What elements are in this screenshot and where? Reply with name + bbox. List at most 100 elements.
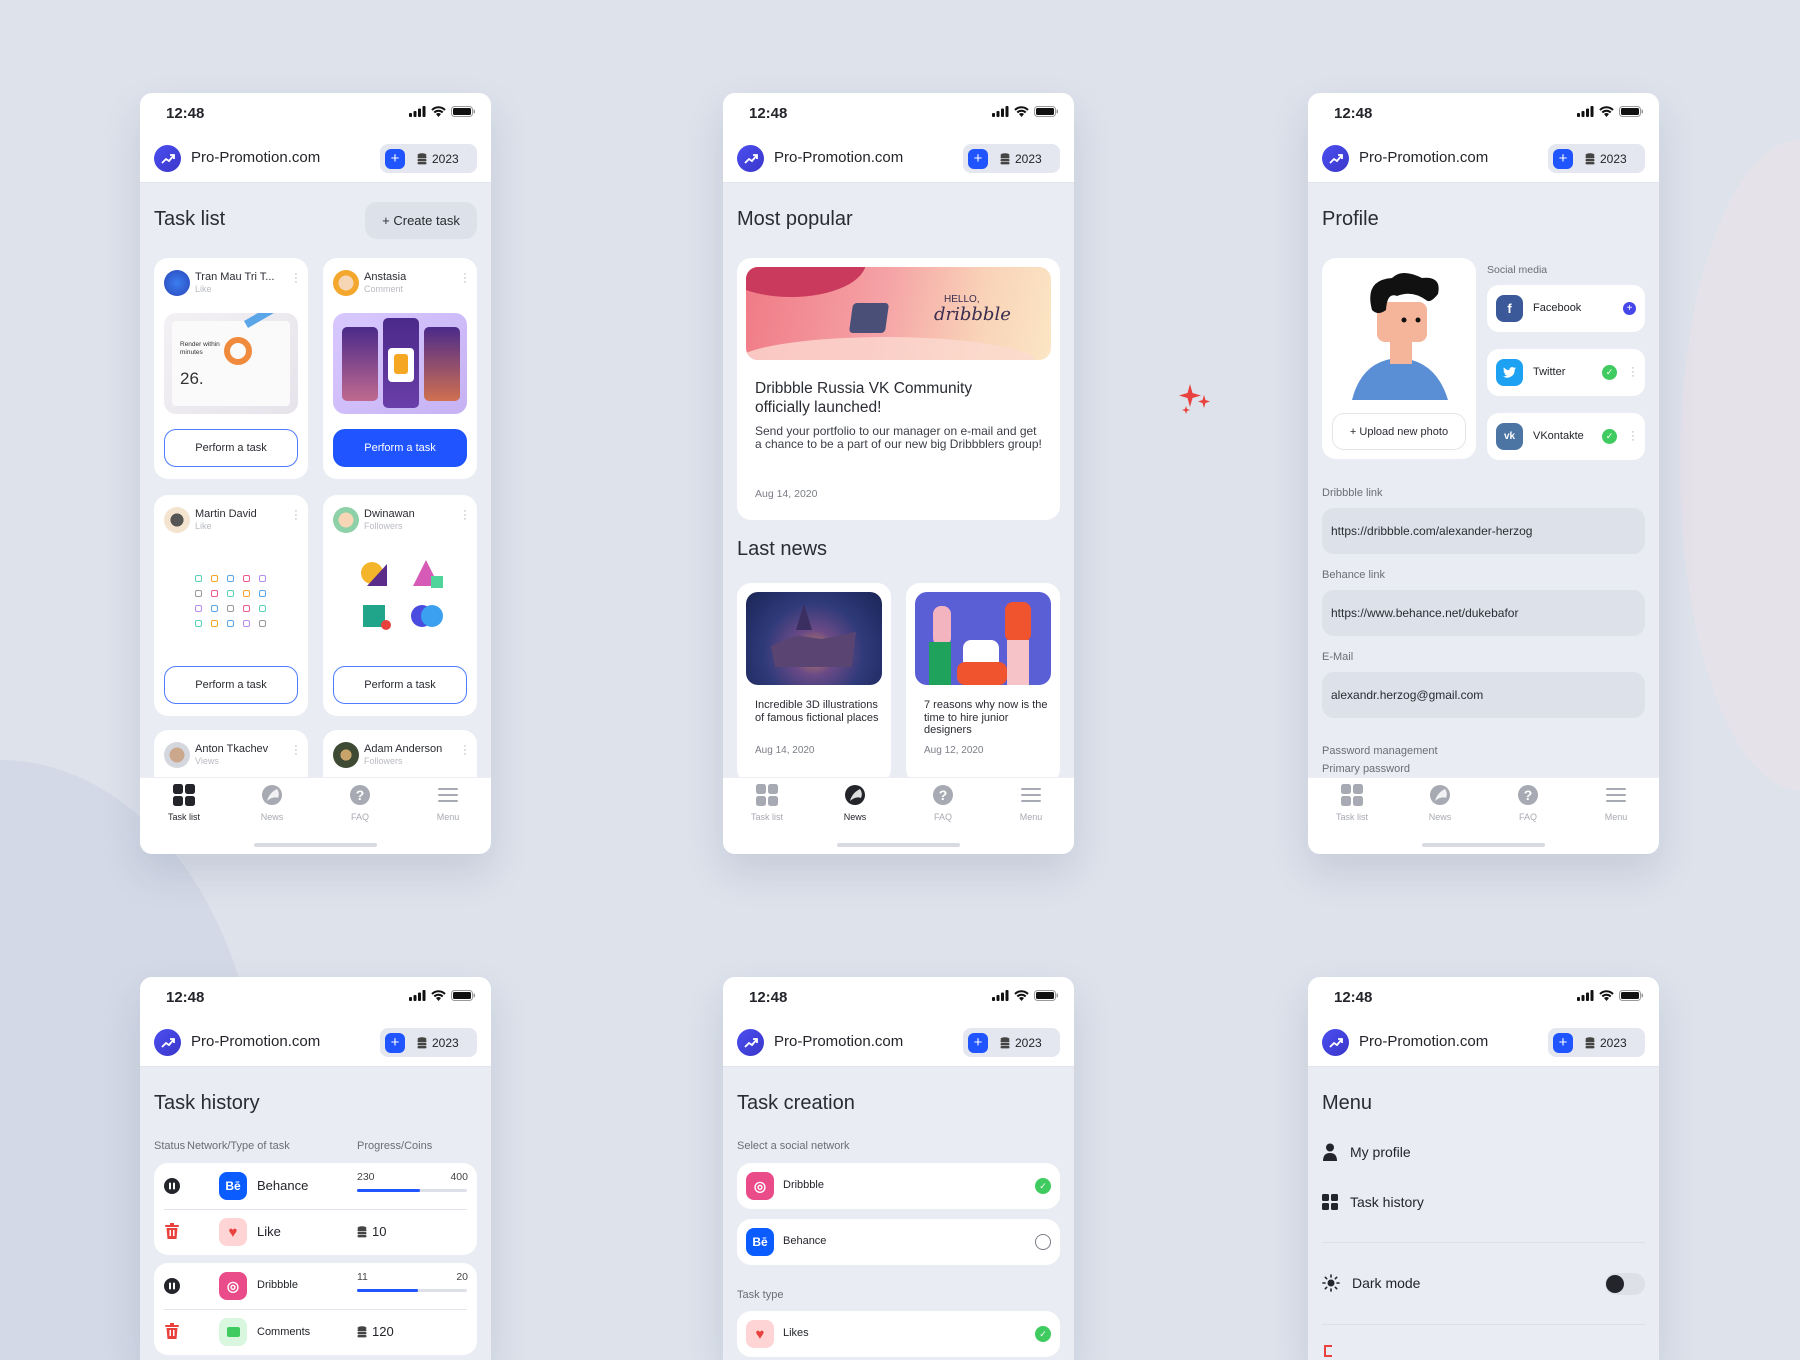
social-item-vkontakte[interactable]: vk VKontakte ✓ · · · <box>1487 413 1645 460</box>
field-label: Behance link <box>1322 569 1385 581</box>
wifi-icon <box>1014 106 1029 117</box>
add-coins-button[interactable]: + <box>1553 1032 1573 1053</box>
brand-name: Pro-Promotion.com <box>774 149 904 166</box>
brand-name: Pro-Promotion.com <box>1359 1033 1489 1050</box>
phone-menu: 12:48 Pro-Promotion.com + 2023 Menu My p… <box>1308 977 1659 1360</box>
perform-task-button[interactable]: Perform a task <box>164 429 298 467</box>
logo-icon[interactable] <box>1322 145 1349 172</box>
status-icons <box>1577 990 1643 1001</box>
pause-icon[interactable] <box>164 1178 180 1194</box>
brand-name: Pro-Promotion.com <box>774 1033 904 1050</box>
create-task-button[interactable]: + Create task <box>365 202 477 239</box>
upload-photo-button[interactable]: + Upload new photo <box>1332 413 1466 450</box>
selected-check-icon[interactable]: ✓ <box>1035 1178 1051 1194</box>
coin-count: 2023 <box>432 151 459 166</box>
logo-icon[interactable] <box>737 145 764 172</box>
tab-task-list[interactable]: Task list <box>732 784 802 822</box>
pause-icon[interactable] <box>164 1278 180 1294</box>
more-options-icon[interactable]: · · · <box>294 269 298 288</box>
coin-balance[interactable]: + 2023 <box>380 1028 477 1057</box>
more-options-icon[interactable]: · · · <box>1631 427 1635 446</box>
coin-balance[interactable]: + 2023 <box>1548 1028 1645 1057</box>
coin-balance[interactable]: + 2023 <box>963 144 1060 173</box>
perform-task-button[interactable]: Perform a task <box>164 666 298 704</box>
network-option-behance[interactable]: Bē Behance <box>737 1219 1060 1265</box>
tab-menu[interactable]: Menu <box>996 784 1066 822</box>
add-coins-button[interactable]: + <box>385 148 405 169</box>
svg-text:?: ? <box>1524 787 1533 803</box>
add-coins-button[interactable]: + <box>1553 148 1573 169</box>
logo-icon[interactable] <box>154 1029 181 1056</box>
logo-icon[interactable] <box>154 145 181 172</box>
tab-news[interactable]: News <box>237 784 307 822</box>
logo-icon[interactable] <box>737 1029 764 1056</box>
tab-task-list[interactable]: Task list <box>149 784 219 822</box>
menu-item-task-history[interactable]: Task history <box>1322 1194 1424 1210</box>
tab-faq[interactable]: ? FAQ <box>1493 784 1563 822</box>
tab-task-list[interactable]: Task list <box>1317 784 1387 822</box>
table-row: ◎ Dribbble 11 20 <box>154 1263 477 1309</box>
task-author-name: Anton Tkachev <box>195 743 269 755</box>
menu-item-my-profile[interactable]: My profile <box>1322 1143 1411 1161</box>
more-options-icon[interactable]: · · · <box>294 506 298 525</box>
selected-check-icon[interactable]: ✓ <box>1035 1326 1051 1342</box>
progress-bar <box>357 1189 467 1192</box>
task-type: Followers <box>364 756 403 766</box>
more-options-icon[interactable]: · · · <box>463 506 467 525</box>
tab-faq[interactable]: ? FAQ <box>908 784 978 822</box>
social-item-facebook[interactable]: f Facebook + <box>1487 285 1645 332</box>
more-options-icon[interactable]: · · · <box>1631 363 1635 382</box>
logo-icon[interactable] <box>1322 1029 1349 1056</box>
social-item-twitter[interactable]: Twitter ✓ · · · <box>1487 349 1645 396</box>
featured-news-card[interactable]: HELLO, dribbble Dribbble Russia VK Commu… <box>737 258 1060 520</box>
perform-task-button[interactable]: Perform a task <box>333 429 467 467</box>
unselected-radio[interactable] <box>1035 1234 1051 1250</box>
dribbble-link-field[interactable]: https://dribbble.com/alexander-herzog <box>1322 508 1645 554</box>
bottom-tab-bar: Task list News ? FAQ Menu <box>1308 777 1659 854</box>
tab-menu[interactable]: Menu <box>1581 784 1651 822</box>
more-options-icon[interactable]: · · · <box>294 741 298 760</box>
coin-balance[interactable]: + 2023 <box>1548 144 1645 173</box>
trash-icon[interactable] <box>165 1323 179 1339</box>
trash-icon[interactable] <box>165 1223 179 1239</box>
featured-news-title: Dribbble Russia VK Community officially … <box>755 380 973 416</box>
connected-check-icon: ✓ <box>1602 365 1617 380</box>
news-card[interactable]: Incredible 3D illustrations of famous fi… <box>737 583 891 777</box>
network-option-dribbble[interactable]: ◎ Dribbble ✓ <box>737 1163 1060 1209</box>
social-name: Facebook <box>1533 302 1582 314</box>
add-coins-button[interactable]: + <box>385 1032 405 1053</box>
globe-icon <box>262 785 282 805</box>
tab-news[interactable]: News <box>820 784 890 822</box>
add-coins-button[interactable]: + <box>968 1032 988 1053</box>
logout-icon[interactable] <box>1324 1345 1332 1357</box>
more-options-icon[interactable]: · · · <box>463 269 467 288</box>
perform-task-button[interactable]: Perform a task <box>333 666 467 704</box>
coins-icon <box>1000 152 1010 164</box>
tab-news[interactable]: News <box>1405 784 1475 822</box>
task-history-group: Bē Behance 230 400 ♥ Like 10 <box>154 1163 477 1255</box>
phone-task-history: 12:48 Pro-Promotion.com + 2023 Task hist… <box>140 977 491 1360</box>
status-icons <box>409 990 475 1001</box>
news-card[interactable]: 7 reasons why now is the time to hire ju… <box>906 583 1060 777</box>
task-creation-screen: Task creation Select a social network ◎ … <box>723 1067 1074 1360</box>
menu-icon <box>1606 788 1626 802</box>
task-type-option-likes[interactable]: ♥ Likes ✓ <box>737 1311 1060 1357</box>
add-coins-button[interactable]: + <box>968 148 988 169</box>
coin-count: 2023 <box>1015 1035 1042 1050</box>
tab-menu[interactable]: Menu <box>413 784 483 822</box>
task-card: Anton Tkachev Views · · · <box>154 730 308 777</box>
add-social-button[interactable]: + <box>1623 302 1636 315</box>
coin-balance[interactable]: + 2023 <box>380 144 477 173</box>
dark-mode-toggle[interactable] <box>1605 1273 1645 1295</box>
behance-link-field[interactable]: https://www.behance.net/dukebafor <box>1322 590 1645 636</box>
dribbble-icon: ◎ <box>746 1172 774 1200</box>
avatar <box>164 507 190 533</box>
coin-balance[interactable]: + 2023 <box>963 1028 1060 1057</box>
more-options-icon[interactable]: · · · <box>463 741 467 760</box>
e-mail-field[interactable]: alexandr.herzog@gmail.com <box>1322 672 1645 718</box>
tab-faq[interactable]: ? FAQ <box>325 784 395 822</box>
task-author-name: Tran Mau Tri T... <box>195 271 275 283</box>
sparkle-icon <box>1179 384 1210 414</box>
task-type-name: Likes <box>783 1327 809 1339</box>
menu-item-label: My profile <box>1350 1144 1411 1160</box>
